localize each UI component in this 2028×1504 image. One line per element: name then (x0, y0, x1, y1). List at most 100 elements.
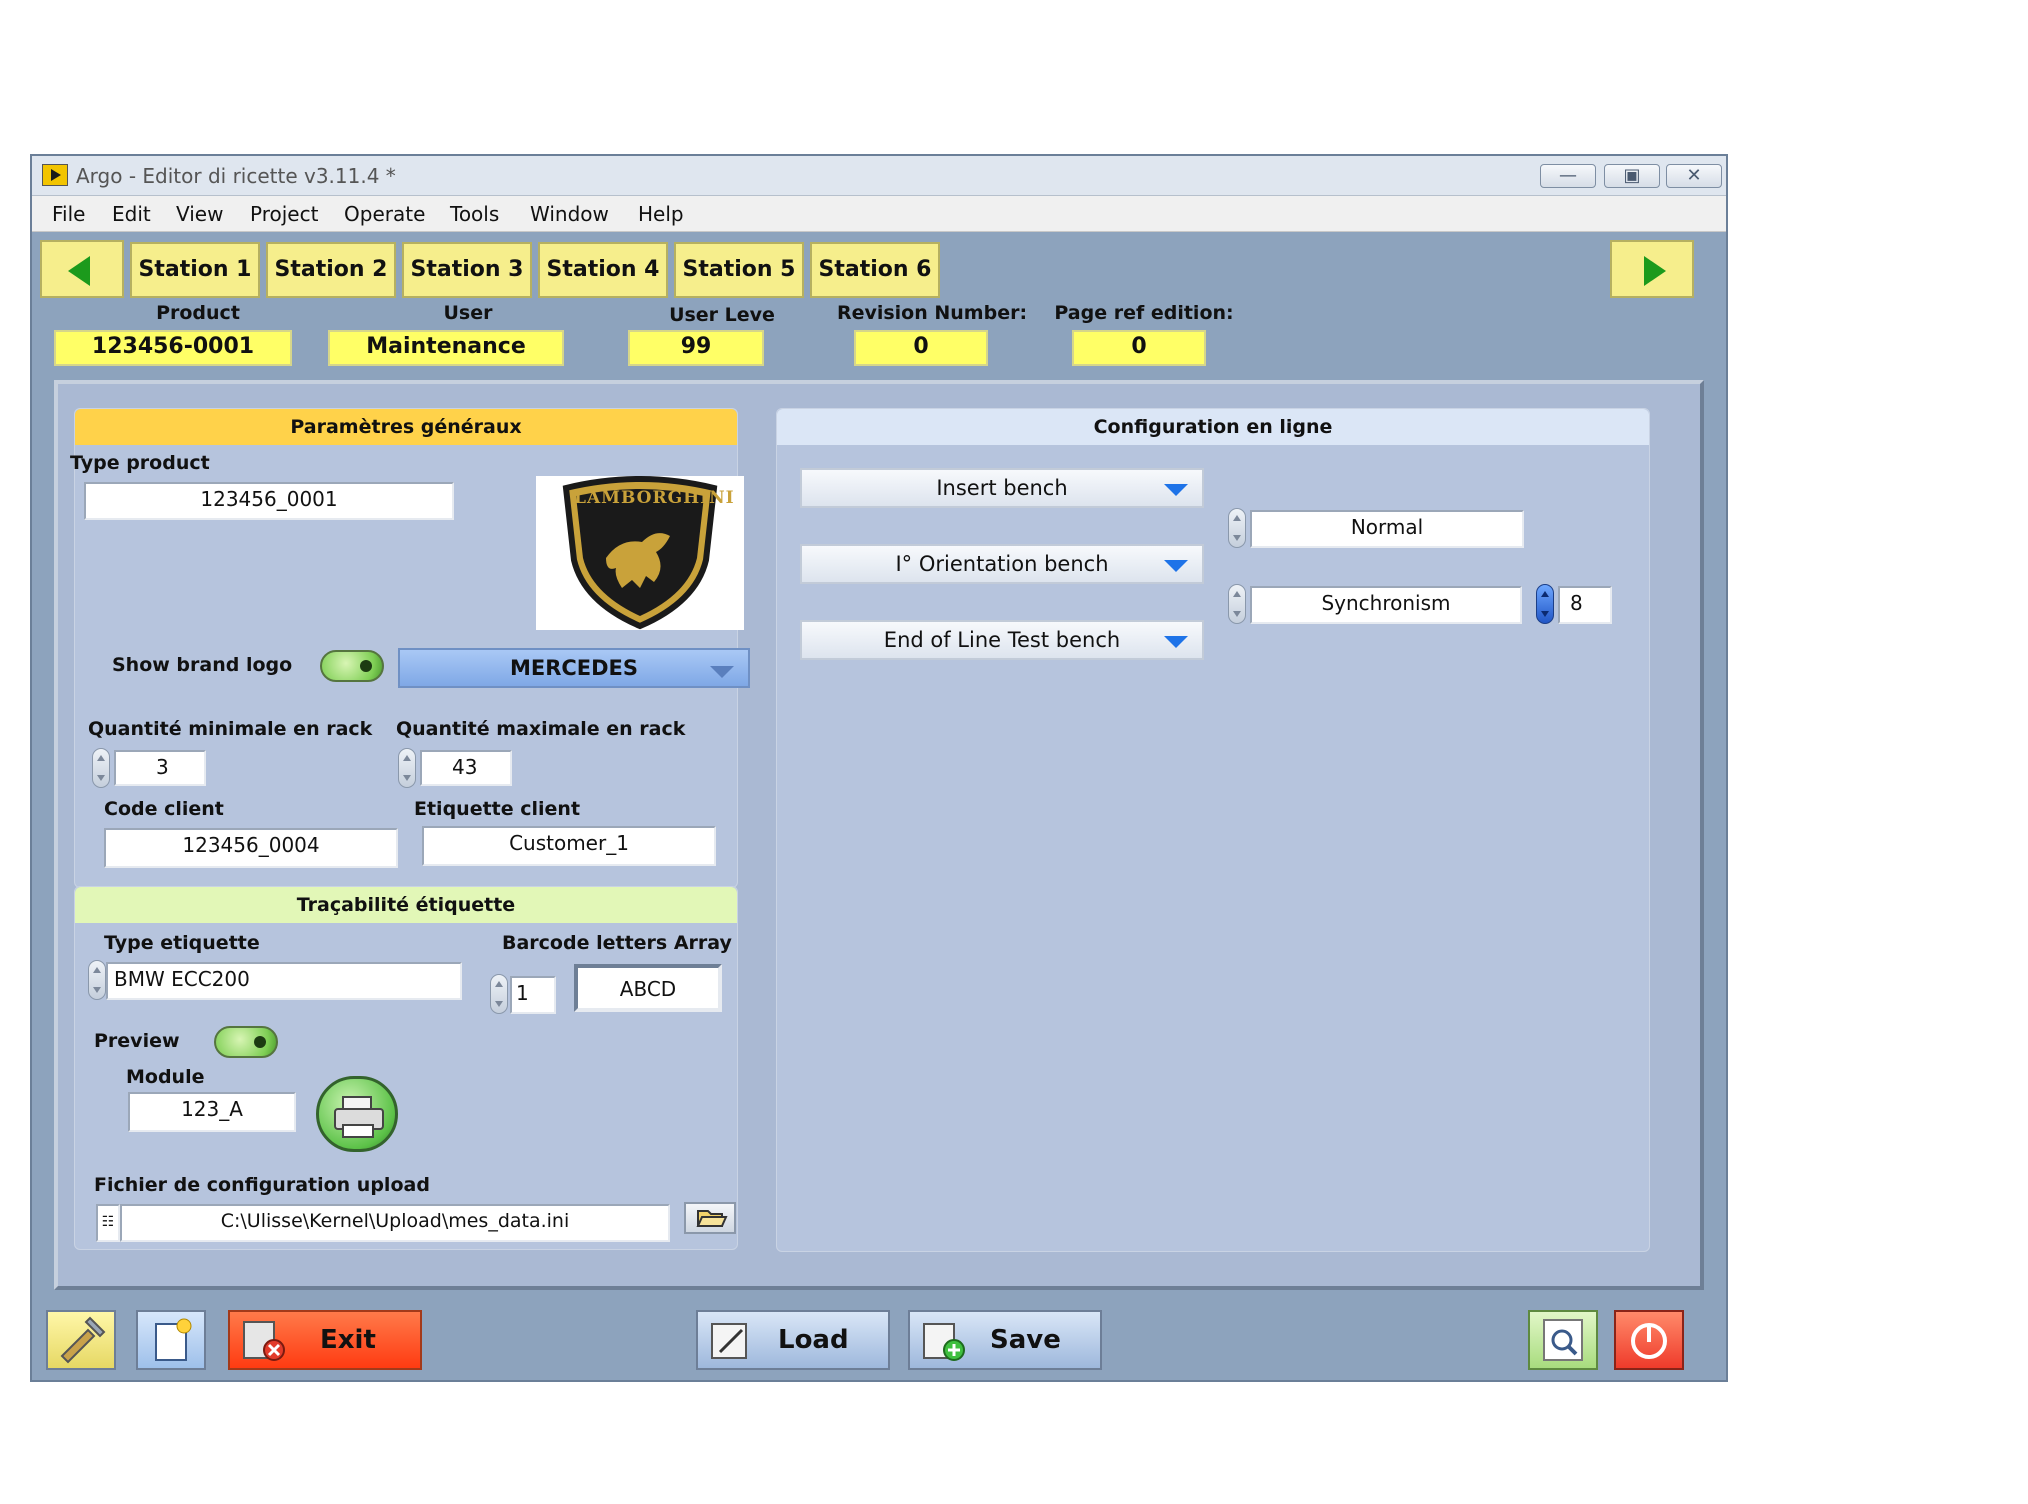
barcode-letters-field[interactable]: ABCD (574, 964, 722, 1012)
barcode-index-field[interactable]: 1 (510, 976, 556, 1014)
user-level-value: 99 (628, 330, 764, 366)
maximize-button[interactable]: ▣ (1604, 164, 1660, 188)
mode2-stepper[interactable] (1228, 584, 1246, 624)
qty-max-stepper[interactable] (398, 748, 416, 788)
insert-bench-select[interactable]: Insert bench (800, 468, 1204, 508)
search-preview-button[interactable] (1528, 1310, 1598, 1370)
menu-view[interactable]: View (176, 202, 223, 226)
type-etiquette-label: Type etiquette (104, 932, 260, 954)
type-etiquette-stepper[interactable] (88, 960, 106, 1000)
next-station-button[interactable] (1610, 240, 1694, 298)
chevron-down-icon (1164, 636, 1188, 648)
magnifier-icon (1543, 1319, 1583, 1361)
content-area: Paramètres généraux Type product 123456_… (54, 380, 1704, 1290)
code-client-label: Code client (104, 798, 224, 820)
arrow-right-icon (1644, 256, 1666, 286)
barcode-index-stepper[interactable] (490, 974, 508, 1014)
tools-button[interactable] (46, 1310, 116, 1370)
tab-station-4[interactable]: Station 4 (538, 242, 668, 298)
prev-station-button[interactable] (40, 240, 124, 298)
chevron-down-icon (1164, 560, 1188, 572)
qty-min-stepper[interactable] (92, 748, 110, 788)
eol-test-bench-value: End of Line Test bench (883, 628, 1121, 652)
preview-toggle[interactable] (214, 1026, 278, 1058)
tab-station-1[interactable]: Station 1 (130, 242, 260, 298)
new-document-icon (155, 1318, 192, 1361)
menu-file[interactable]: File (52, 202, 85, 226)
brand-select-value: MERCEDES (509, 656, 639, 680)
revision-number-value: 0 (854, 330, 988, 366)
qty-max-field[interactable]: 43 (420, 750, 512, 786)
folder-open-icon (696, 1210, 728, 1227)
show-brand-logo-toggle[interactable] (320, 650, 384, 682)
code-client-field[interactable]: 123456_0004 (104, 828, 398, 868)
brand-select[interactable]: MERCEDES (398, 648, 750, 688)
title-bar: Argo - Editor di ricette v3.11.4 * — ▣ ✕ (32, 156, 1726, 196)
type-product-label: Type product (70, 452, 210, 474)
eol-test-bench-select[interactable]: End of Line Test bench (800, 620, 1204, 660)
mode1-field[interactable]: Normal (1250, 510, 1524, 548)
trace-header: Traçabilité étiquette (75, 887, 737, 923)
app-icon (42, 164, 68, 186)
power-button[interactable] (1614, 1310, 1684, 1370)
window-title: Argo - Editor di ricette v3.11.4 * (76, 164, 396, 188)
insert-bench-value: Insert bench (936, 476, 1068, 500)
orientation-bench-select[interactable]: I° Orientation bench (800, 544, 1204, 584)
new-file-button[interactable] (136, 1310, 206, 1370)
exit-button[interactable]: Exit (228, 1310, 422, 1370)
power-icon (1631, 1323, 1667, 1359)
tab-station-2[interactable]: Station 2 (266, 242, 396, 298)
type-product-field[interactable]: 123456_0001 (84, 482, 454, 520)
mode2-field[interactable]: Synchronism (1250, 586, 1522, 624)
arrow-left-icon (68, 256, 90, 286)
etiquette-client-field[interactable]: Customer_1 (422, 826, 716, 866)
menu-window[interactable]: Window (530, 202, 609, 226)
sync-count-stepper[interactable] (1536, 584, 1554, 624)
menu-operate[interactable]: Operate (344, 202, 425, 226)
config-header: Configuration en ligne (777, 409, 1649, 445)
show-brand-logo-label: Show brand logo (112, 654, 293, 676)
save-icon (923, 1323, 965, 1361)
config-file-label: Fichier de configuration upload (94, 1174, 430, 1196)
file-path-icon: ☷ (96, 1204, 120, 1242)
tab-station-6[interactable]: Station 6 (810, 242, 940, 298)
exit-label: Exit (320, 1325, 376, 1355)
brand-logo: LAMBORGHINI (536, 476, 744, 630)
page-ref-value: 0 (1072, 330, 1206, 366)
menu-project[interactable]: Project (250, 202, 318, 226)
tab-station-5[interactable]: Station 5 (674, 242, 804, 298)
chevron-down-icon (1164, 484, 1188, 496)
general-params-header: Paramètres généraux (75, 409, 737, 445)
save-label: Save (990, 1325, 1061, 1355)
preview-label: Preview (94, 1030, 180, 1052)
print-button[interactable] (316, 1076, 398, 1152)
minimize-button[interactable]: — (1540, 164, 1596, 188)
close-button[interactable]: ✕ (1666, 164, 1722, 188)
orientation-bench-value: I° Orientation bench (895, 552, 1109, 576)
qty-max-label: Quantité maximale en rack (396, 718, 686, 740)
browse-folder-button[interactable] (684, 1202, 736, 1234)
revision-number-label: Revision Number: (836, 302, 1028, 324)
menu-edit[interactable]: Edit (112, 202, 151, 226)
module-field[interactable]: 123_A (128, 1092, 296, 1132)
menu-tools[interactable]: Tools (450, 202, 499, 226)
logo-text: LAMBORGHINI (574, 488, 735, 508)
sync-count-field[interactable]: 8 (1558, 586, 1612, 624)
page-ref-label: Page ref edition: (1054, 302, 1234, 324)
product-label: Product (156, 302, 240, 324)
config-file-path[interactable]: C:\Ulisse\Kernel\Upload\mes_data.ini (120, 1204, 670, 1242)
etiquette-client-label: Etiquette client (414, 798, 581, 820)
tab-station-3[interactable]: Station 3 (402, 242, 532, 298)
app-window: Argo - Editor di ricette v3.11.4 * — ▣ ✕… (30, 154, 1728, 1382)
product-value: 123456-0001 (54, 330, 292, 366)
type-etiquette-field[interactable]: BMW ECC200 (106, 962, 462, 1000)
qty-min-field[interactable]: 3 (114, 750, 206, 786)
load-button[interactable]: Load (696, 1310, 890, 1370)
user-label: User (443, 302, 493, 324)
mode1-stepper[interactable] (1228, 508, 1246, 548)
menu-help[interactable]: Help (638, 202, 684, 226)
load-label: Load (778, 1325, 849, 1355)
barcode-letters-label: Barcode letters Array (502, 932, 732, 954)
user-level-label: User Leve (669, 304, 775, 326)
save-button[interactable]: Save (908, 1310, 1102, 1370)
